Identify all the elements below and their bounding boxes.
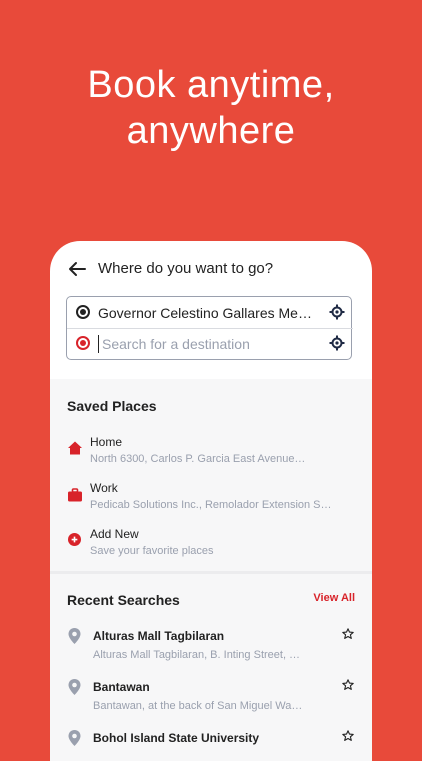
phone-screen-card: Where do you want to go? Governor Celest… <box>50 241 372 761</box>
star-icon[interactable] <box>342 679 354 691</box>
saved-place-address: Pedicab Solutions Inc., Remolador Extens… <box>90 499 332 511</box>
route-box: Governor Celestino Gallares Mem… <box>66 296 353 360</box>
saved-place-work[interactable]: Work Pedicab Solutions Inc., Remolador E… <box>50 481 372 517</box>
star-icon[interactable] <box>342 628 354 640</box>
saved-places-section: Saved Places Home North 6300, Carlos P. … <box>50 379 372 571</box>
home-icon <box>68 441 82 455</box>
locate-origin-icon[interactable] <box>329 304 345 320</box>
location-pin-icon <box>68 679 81 695</box>
location-pin-icon <box>68 628 81 644</box>
destination-search-input[interactable] <box>98 335 320 353</box>
top-bar: Where do you want to go? <box>50 241 372 299</box>
add-new-label: Add New <box>90 527 139 541</box>
recent-searches-title: Recent Searches <box>67 592 180 608</box>
headline: Book anytime, anywhere <box>0 62 422 154</box>
recent-search-address: Bantawan, at the back of San Miguel Wa… <box>93 700 303 712</box>
recent-search-address: Alturas Mall Tagbilaran, B. Inting Stree… <box>93 649 301 661</box>
origin-row[interactable]: Governor Celestino Gallares Mem… <box>67 297 353 329</box>
location-pin-icon <box>68 730 81 746</box>
origin-marker-icon <box>76 305 90 319</box>
recent-search-name: Bantawan <box>93 680 150 694</box>
recent-search-item[interactable]: Alturas Mall Tagbilaran Alturas Mall Tag… <box>50 628 372 664</box>
page-title: Where do you want to go? <box>98 260 274 277</box>
destination-row[interactable] <box>67 328 353 359</box>
headline-line-2: anywhere <box>126 110 296 152</box>
recent-search-name: Alturas Mall Tagbilaran <box>93 629 225 643</box>
saved-places-title: Saved Places <box>67 398 157 414</box>
recent-search-item[interactable]: Bohol Island State University <box>50 730 372 761</box>
saved-place-name: Home <box>90 435 123 449</box>
headline-line-1: Book anytime, <box>87 64 335 106</box>
add-new-subtitle: Save your favorite places <box>90 545 214 557</box>
saved-place-home[interactable]: Home North 6300, Carlos P. Garcia East A… <box>50 435 372 471</box>
view-all-link[interactable]: View All <box>313 592 355 604</box>
back-arrow-icon[interactable] <box>66 258 88 280</box>
recent-search-name: Bohol Island State University <box>93 731 260 745</box>
saved-place-name: Work <box>90 481 118 495</box>
add-new-place[interactable]: Add New Save your favorite places <box>50 527 372 563</box>
briefcase-icon <box>68 488 82 502</box>
add-circle-icon <box>68 533 81 546</box>
star-icon[interactable] <box>342 730 354 742</box>
recent-searches-section: Recent Searches View All Alturas Mall Ta… <box>50 574 372 761</box>
origin-field[interactable]: Governor Celestino Gallares Mem… <box>98 305 316 321</box>
locate-destination-icon[interactable] <box>329 335 345 351</box>
destination-marker-icon <box>76 336 90 350</box>
saved-place-address: North 6300, Carlos P. Garcia East Avenue… <box>90 453 306 465</box>
recent-search-item[interactable]: Bantawan Bantawan, at the back of San Mi… <box>50 679 372 715</box>
